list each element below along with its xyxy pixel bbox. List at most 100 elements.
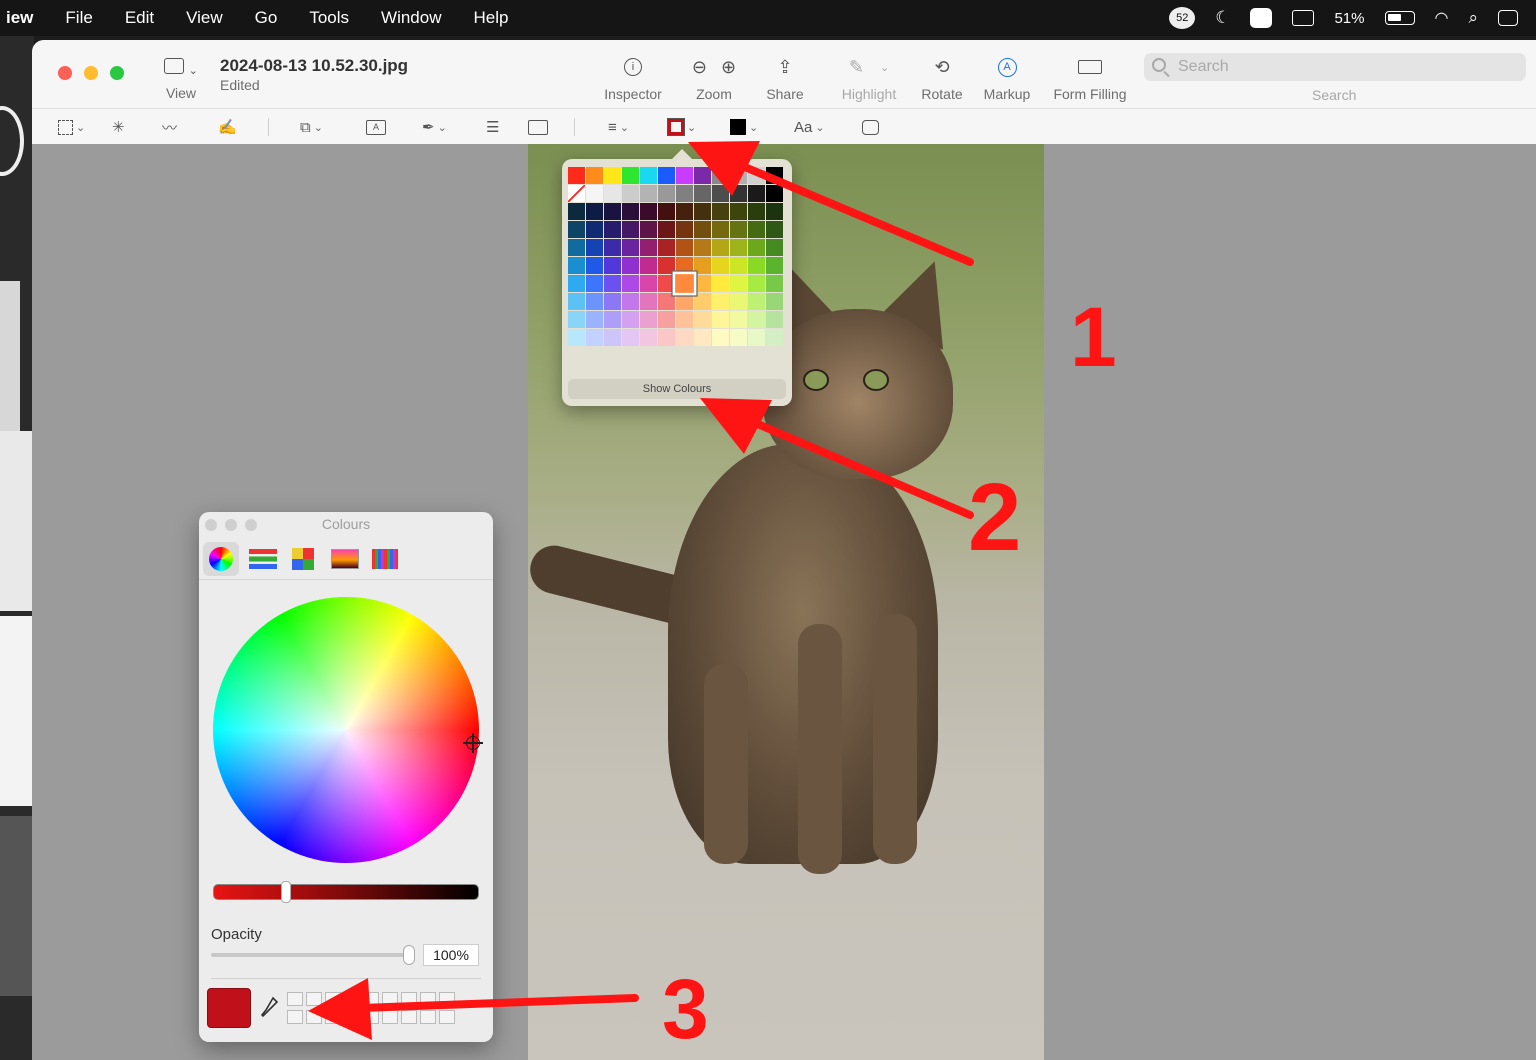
colour-swatch[interactable] — [640, 311, 657, 328]
colour-swatch[interactable] — [748, 275, 765, 292]
minimize-button[interactable] — [84, 66, 98, 80]
colour-swatch[interactable] — [568, 221, 585, 238]
colour-swatch[interactable] — [730, 275, 747, 292]
background-window[interactable] — [0, 281, 20, 431]
colour-swatch[interactable] — [586, 311, 603, 328]
colour-swatch[interactable] — [748, 311, 765, 328]
text-box-tool[interactable]: A — [366, 117, 386, 137]
colour-swatch[interactable] — [712, 167, 729, 184]
brightness-slider[interactable] — [213, 884, 479, 900]
colour-swatch[interactable] — [658, 185, 675, 202]
rotate-button[interactable]: ⟲ Rotate — [914, 54, 970, 103]
colour-swatch[interactable] — [640, 293, 657, 310]
colour-swatch[interactable] — [586, 221, 603, 238]
colour-swatch[interactable] — [568, 257, 585, 274]
colour-swatch[interactable] — [694, 203, 711, 220]
colour-swatch[interactable] — [748, 185, 765, 202]
background-window[interactable] — [0, 616, 34, 806]
colour-swatch[interactable] — [766, 167, 783, 184]
show-colours-button[interactable]: Show Colours — [568, 379, 786, 399]
colour-swatch[interactable] — [730, 167, 747, 184]
colour-swatch[interactable] — [622, 293, 639, 310]
moon-icon[interactable]: ☾ — [1215, 8, 1230, 28]
colour-swatch[interactable] — [604, 185, 621, 202]
colour-swatch[interactable] — [694, 293, 711, 310]
colour-swatch[interactable] — [766, 275, 783, 292]
colour-swatch[interactable] — [658, 257, 675, 274]
colour-swatch[interactable] — [658, 329, 675, 346]
colour-swatch[interactable] — [694, 221, 711, 238]
saved-colour-well[interactable] — [287, 992, 303, 1006]
colour-swatch[interactable] — [604, 311, 621, 328]
saved-colour-well[interactable] — [344, 1010, 360, 1024]
colour-swatch[interactable] — [676, 257, 693, 274]
background-window[interactable] — [0, 431, 34, 611]
sign-tool[interactable]: ✒ ⌄ — [422, 117, 447, 137]
colour-swatch[interactable] — [568, 167, 585, 184]
colour-swatch[interactable] — [604, 167, 621, 184]
saved-colour-well[interactable] — [382, 1010, 398, 1024]
colour-swatch[interactable] — [640, 221, 657, 238]
stage-manager-icon[interactable] — [1292, 10, 1315, 26]
menu-view[interactable]: View — [170, 8, 239, 28]
colour-swatch[interactable] — [586, 275, 603, 292]
tab-pencils[interactable] — [367, 542, 403, 576]
opacity-value-field[interactable]: 100% — [423, 944, 479, 966]
colour-swatch[interactable] — [658, 167, 675, 184]
menu-edit[interactable]: Edit — [109, 8, 170, 28]
colour-swatch[interactable] — [694, 167, 711, 184]
colour-swatch[interactable] — [658, 275, 675, 292]
colour-wheel[interactable] — [213, 597, 479, 863]
menu-window[interactable]: Window — [365, 8, 457, 28]
colour-swatch[interactable] — [730, 329, 747, 346]
saved-colour-well[interactable] — [439, 992, 455, 1006]
search-input[interactable]: Search — [1144, 53, 1526, 81]
close-button[interactable] — [58, 66, 72, 80]
colour-swatch[interactable] — [586, 185, 603, 202]
colour-swatch[interactable] — [640, 167, 657, 184]
colour-swatch[interactable] — [748, 293, 765, 310]
tab-colour-palettes[interactable] — [285, 542, 321, 576]
colour-wheel-cursor[interactable] — [463, 733, 483, 753]
saved-colour-well[interactable] — [420, 992, 436, 1006]
background-window[interactable] — [0, 816, 34, 996]
colour-swatch[interactable] — [766, 239, 783, 256]
colour-swatch[interactable] — [658, 221, 675, 238]
colour-swatch[interactable] — [676, 167, 693, 184]
colour-swatch[interactable] — [586, 293, 603, 310]
saved-colour-well[interactable] — [439, 1010, 455, 1024]
share-button[interactable]: ⇪ Share — [758, 54, 812, 103]
colour-swatch[interactable] — [730, 311, 747, 328]
colour-swatch[interactable] — [676, 239, 693, 256]
colour-swatch[interactable] — [676, 329, 693, 346]
saved-colour-well[interactable] — [363, 1010, 379, 1024]
colour-swatch[interactable] — [568, 275, 585, 292]
adjust-colour-tool[interactable]: ☰ — [486, 117, 499, 137]
colour-swatch[interactable] — [766, 221, 783, 238]
instant-alpha-tool[interactable]: ✳ — [112, 117, 125, 137]
colour-swatch[interactable] — [730, 257, 747, 274]
colour-swatch[interactable] — [748, 167, 765, 184]
colour-swatch[interactable] — [676, 293, 693, 310]
colour-swatch[interactable] — [622, 239, 639, 256]
colour-swatch[interactable] — [766, 311, 783, 328]
colour-swatch[interactable] — [658, 311, 675, 328]
colour-swatch[interactable] — [640, 185, 657, 202]
colour-swatch[interactable] — [568, 203, 585, 220]
colour-swatch[interactable] — [676, 311, 693, 328]
colour-swatch[interactable] — [748, 329, 765, 346]
colour-swatch[interactable] — [622, 221, 639, 238]
tab-colour-sliders[interactable] — [245, 542, 281, 576]
colour-swatch[interactable] — [604, 221, 621, 238]
chevron-down-icon[interactable]: ⌄ — [880, 61, 889, 74]
menu-app[interactable]: iew — [0, 8, 49, 28]
colour-swatch[interactable] — [712, 257, 729, 274]
colour-swatch[interactable] — [622, 311, 639, 328]
colour-swatch[interactable] — [622, 203, 639, 220]
colour-swatch[interactable] — [640, 239, 657, 256]
colour-swatch[interactable] — [748, 239, 765, 256]
saved-colour-well[interactable] — [420, 1010, 436, 1024]
colour-swatch[interactable] — [672, 271, 697, 296]
colour-swatch[interactable] — [586, 167, 603, 184]
colour-swatch[interactable] — [730, 239, 747, 256]
